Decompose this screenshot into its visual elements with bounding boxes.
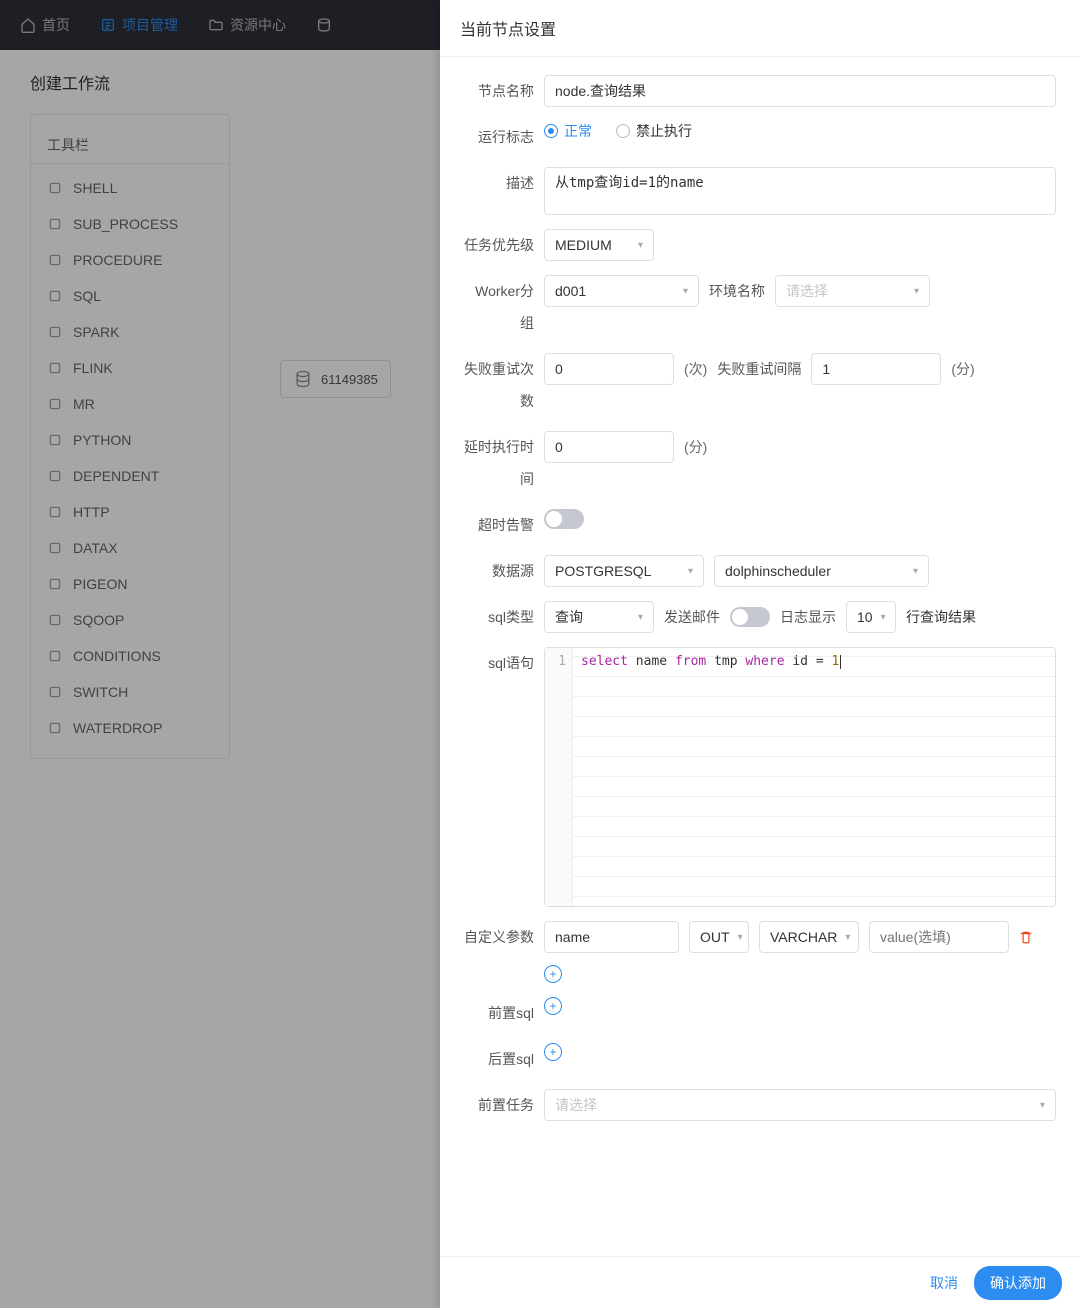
drawer-title: 当前节点设置 xyxy=(440,0,1080,57)
pre-task-select[interactable]: 请选择▾ xyxy=(544,1089,1056,1121)
label-log-display: 日志显示 xyxy=(780,607,836,627)
delay-input[interactable] xyxy=(544,431,674,463)
label-custom-param: 自定义参数 xyxy=(464,921,544,953)
label-datasource: 数据源 xyxy=(464,555,544,587)
param-value-input[interactable] xyxy=(869,921,1009,953)
label-node-name: 节点名称 xyxy=(464,75,544,107)
label-pre-task: 前置任务 xyxy=(464,1089,544,1121)
worker-group-select[interactable]: d001▾ xyxy=(544,275,699,307)
timeout-switch[interactable] xyxy=(544,509,584,529)
sql-type-select[interactable]: 查询▾ xyxy=(544,601,654,633)
sql-text: select name from tmp where id = 1 xyxy=(573,648,1055,906)
datasource-type-select[interactable]: POSTGRESQL▾ xyxy=(544,555,704,587)
label-env-name: 环境名称 xyxy=(709,281,765,301)
label-desc: 描述 xyxy=(464,167,544,199)
radio-normal[interactable]: 正常 xyxy=(544,121,592,141)
param-dir-select[interactable]: OUT▾ xyxy=(689,921,749,953)
label-priority: 任务优先级 xyxy=(464,229,544,261)
label-delay: 延时执行时间 xyxy=(464,431,544,495)
add-pre-sql-button[interactable]: + xyxy=(544,997,562,1015)
label-timeout: 超时告警 xyxy=(464,509,544,541)
delete-param-icon[interactable] xyxy=(1019,930,1033,944)
label-send-mail: 发送邮件 xyxy=(664,607,720,627)
send-mail-switch[interactable] xyxy=(730,607,770,627)
env-name-select[interactable]: 请选择▾ xyxy=(775,275,930,307)
datasource-name-select[interactable]: dolphinscheduler▾ xyxy=(714,555,929,587)
param-name-input[interactable] xyxy=(544,921,679,953)
node-settings-drawer: 当前节点设置 节点名称 运行标志 正常 禁止执行 描述 任务优先级 MEDIUM… xyxy=(440,0,1080,1308)
add-param-button[interactable]: + xyxy=(544,965,562,983)
label-worker-group: Worker分组 xyxy=(464,275,544,339)
confirm-button[interactable]: 确认添加 xyxy=(974,1266,1062,1300)
retry-interval-input[interactable] xyxy=(811,353,941,385)
label-retry-interval: 失败重试间隔 xyxy=(717,359,801,379)
priority-select[interactable]: MEDIUM▾ xyxy=(544,229,654,261)
retry-count-input[interactable] xyxy=(544,353,674,385)
label-pre-sql: 前置sql xyxy=(464,997,544,1029)
sql-editor[interactable]: 1 select name from tmp where id = 1 xyxy=(544,647,1056,907)
label-retry-count: 失败重试次数 xyxy=(464,353,544,417)
node-name-input[interactable] xyxy=(544,75,1056,107)
label-run-flag: 运行标志 xyxy=(464,121,544,153)
radio-forbid[interactable]: 禁止执行 xyxy=(616,121,692,141)
label-post-sql: 后置sql xyxy=(464,1043,544,1075)
label-sql-statement: sql语句 xyxy=(464,647,544,679)
desc-textarea[interactable] xyxy=(544,167,1056,215)
cancel-button[interactable]: 取消 xyxy=(930,1273,958,1293)
log-rows-select[interactable]: 10▾ xyxy=(846,601,896,633)
label-sql-type: sql类型 xyxy=(464,601,544,633)
add-post-sql-button[interactable]: + xyxy=(544,1043,562,1061)
param-type-select[interactable]: VARCHAR▾ xyxy=(759,921,859,953)
